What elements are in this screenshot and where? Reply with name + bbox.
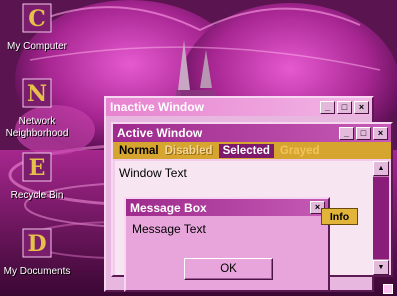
vertical-scrollbar[interactable]: ▲ ▼ [373, 161, 389, 275]
desktop-icon-my-documents[interactable]: D My Documents [0, 228, 77, 278]
desktop-icon-my-computer[interactable]: C My Computer [0, 3, 77, 53]
message-box-title: Message Box [130, 200, 207, 215]
my-documents-icon: D [22, 228, 52, 258]
active-window-title: Active Window [117, 126, 203, 140]
recycle-bin-glyph: E [29, 155, 46, 181]
network-neighborhood-icon: N [22, 78, 52, 108]
close-icon[interactable]: × [354, 100, 369, 114]
window-text: Window Text [119, 166, 187, 180]
scroll-thumb[interactable] [373, 177, 389, 259]
tray-corner-icon [383, 284, 393, 294]
ok-button[interactable]: OK [184, 258, 273, 280]
maximize-icon[interactable]: □ [356, 126, 371, 140]
maximize-icon[interactable]: □ [337, 100, 352, 114]
close-icon[interactable]: × [373, 126, 388, 140]
my-documents-glyph: D [27, 231, 46, 257]
info-tooltip: Info [321, 208, 358, 225]
my-computer-glyph: C [28, 6, 46, 32]
scroll-down-icon[interactable]: ▼ [373, 260, 389, 275]
menu-bar: Normal Disabled Selected Grayed [113, 142, 391, 159]
menu-item-normal[interactable]: Normal [116, 145, 162, 157]
menu-item-selected[interactable]: Selected [218, 143, 274, 158]
message-box[interactable]: Message Box × Message Text OK [124, 197, 330, 292]
desktop-icon-network-neighborhood[interactable]: N Network Neighborhood [0, 78, 77, 140]
desktop-icon-label: My Documents [3, 266, 71, 277]
desktop-icon-recycle-bin[interactable]: E Recycle Bin [0, 152, 77, 202]
desktop-icon-label: Recycle Bin [10, 190, 64, 201]
message-box-titlebar[interactable]: Message Box × [126, 199, 328, 216]
desktop-icon-label: My Computer [6, 41, 67, 52]
minimize-icon[interactable]: _ [320, 100, 335, 114]
minimize-icon[interactable]: _ [339, 126, 354, 140]
inactive-window-title: Inactive Window [110, 100, 204, 114]
menu-item-grayed: Grayed [279, 144, 320, 157]
active-window-titlebar[interactable]: Active Window _ □ × [113, 124, 391, 142]
message-text: Message Text [132, 222, 206, 236]
my-computer-icon: C [22, 3, 52, 33]
desktop-icon-label: Network Neighborhood [5, 116, 69, 139]
network-neighborhood-glyph: N [27, 81, 47, 107]
inactive-window-titlebar[interactable]: Inactive Window _ □ × [106, 98, 372, 116]
menu-item-disabled: Disabled [164, 144, 213, 157]
scroll-up-icon[interactable]: ▲ [373, 161, 389, 176]
recycle-bin-icon: E [22, 152, 52, 182]
